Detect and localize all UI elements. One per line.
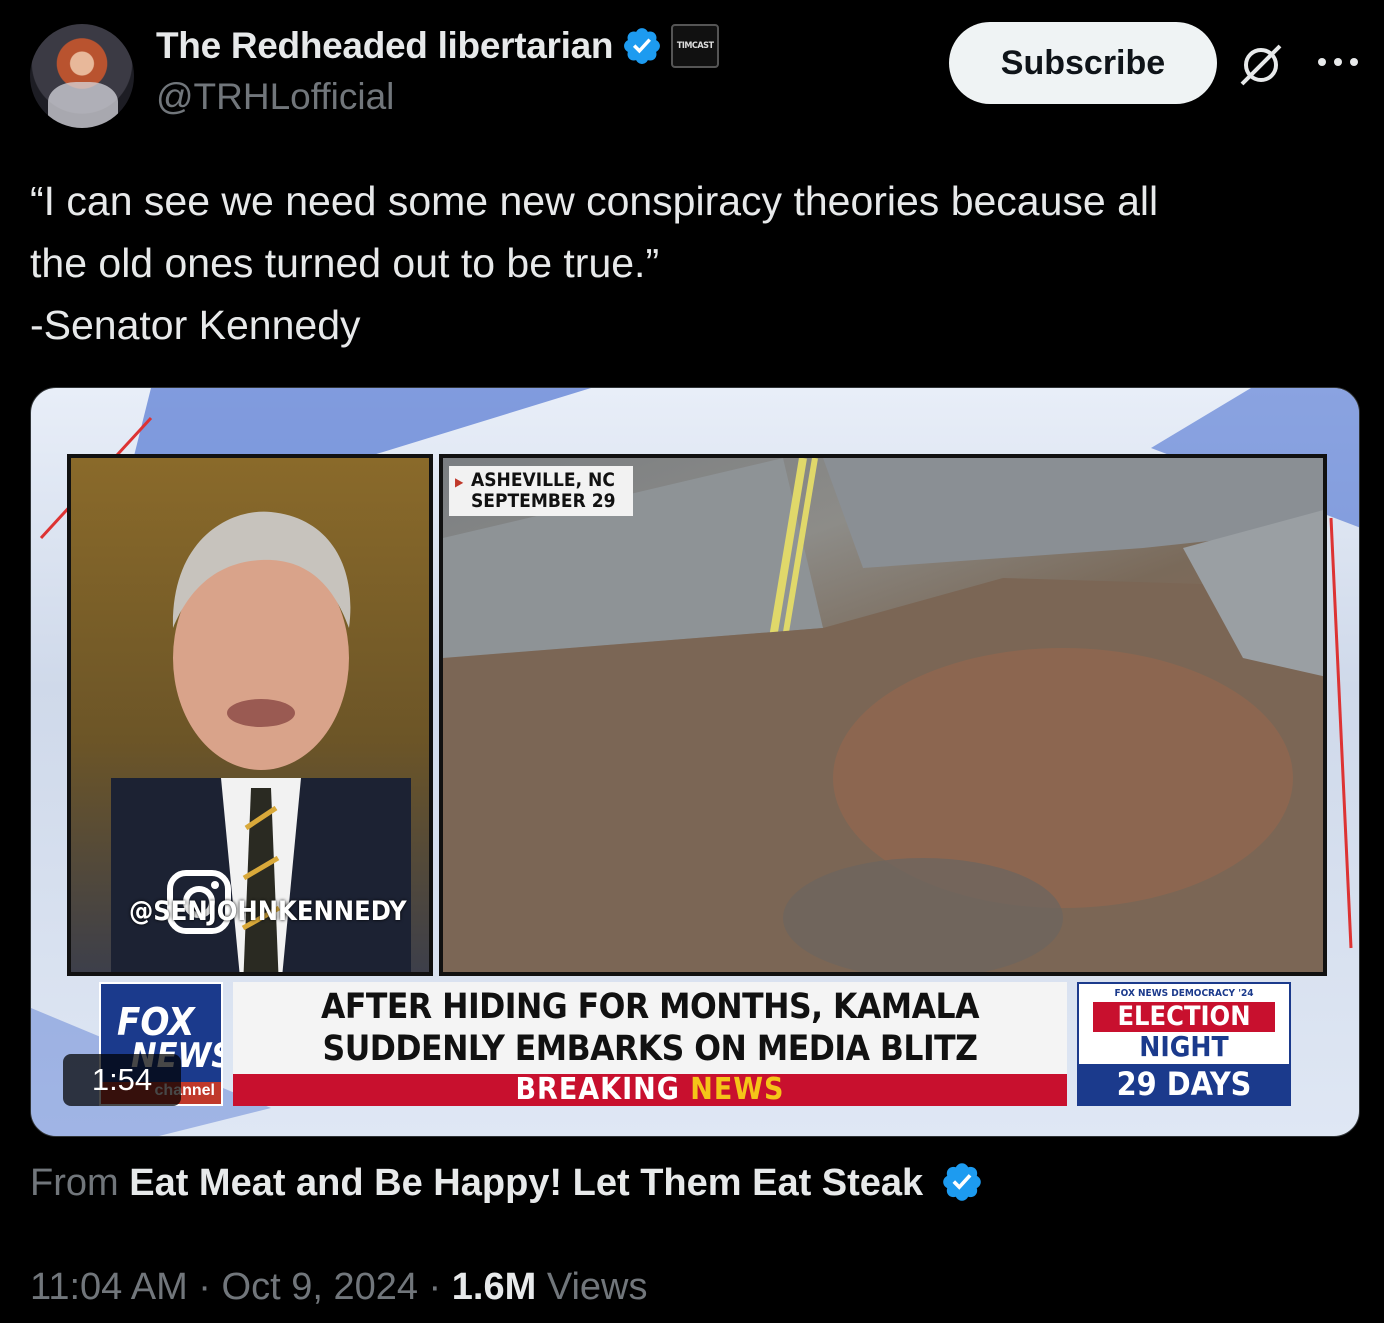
author-display-name[interactable]: The Redheaded libertarian (156, 25, 613, 67)
senator-frame: @SENJOHNKENNEDY (67, 454, 433, 976)
tweet-line: the old ones turned out to be true.” (30, 240, 660, 286)
days-remaining: 29 DAYS (1079, 1064, 1289, 1104)
play-arrow-icon: ▶ (455, 475, 464, 489)
chyron-headline: AFTER HIDING FOR MONTHS, KAMALA SUDDENLY… (233, 982, 1067, 1074)
breaking-news-bar: BREAKING NEWS (233, 1074, 1067, 1106)
night-label: NIGHT (1139, 1030, 1229, 1063)
author-handle[interactable]: @TRHLofficial (156, 76, 394, 118)
damage-footage: ▶ ASHEVILLE, NC SEPTEMBER 29 (439, 454, 1327, 976)
views-count: 1.6M (451, 1266, 537, 1308)
separator-dot: · (198, 1266, 211, 1308)
more-dots-icon[interactable] (1314, 52, 1362, 72)
views-label: Views (546, 1266, 648, 1308)
video-player[interactable]: @SENJOHNKENNEDY ▶ ASHEVILLE, NC SEPTEMBE… (30, 387, 1360, 1137)
breaking-word: BREAKING (515, 1072, 680, 1107)
author-avatar[interactable] (30, 24, 134, 128)
separator-dot: · (428, 1266, 442, 1308)
source-account-link[interactable]: Eat Meat and Be Happy! Let Them Eat Stea… (129, 1162, 923, 1204)
tweet-meta: 11:04 AM · Oct 9, 2024 · 1.6M Views (30, 1266, 648, 1309)
verified-badge-icon[interactable] (621, 25, 663, 67)
source-attribution: From Eat Meat and Be Happy! Let Them Eat… (30, 1160, 984, 1205)
verified-badge-icon (942, 1163, 981, 1201)
affiliate-badge[interactable]: TIMCAST (671, 24, 720, 68)
road-damage-scene (443, 458, 1323, 972)
news-word: NEWS (690, 1072, 785, 1107)
grok-icon[interactable] (1236, 40, 1286, 90)
tweet-date[interactable]: Oct 9, 2024 (222, 1266, 418, 1308)
tweet-time[interactable]: 11:04 AM (30, 1266, 188, 1308)
election-label: ELECTION (1093, 1002, 1275, 1032)
author-name-row: The Redheaded libertarian TIMCAST (156, 24, 720, 68)
election-network-label: FOX NEWS DEMOCRACY '24 (1114, 988, 1254, 999)
subscribe-button[interactable]: Subscribe (949, 22, 1217, 104)
election-countdown: FOX NEWS DEMOCRACY '24 ELECTION NIGHT 29… (1077, 982, 1291, 1106)
headline-line: AFTER HIDING FOR MONTHS, KAMALA (321, 987, 979, 1027)
location-date: SEPTEMBER 29 (471, 490, 616, 512)
tweet-text: “I can see we need some new conspiracy t… (30, 170, 1360, 356)
video-duration: 1:54 (63, 1054, 181, 1106)
location-tag: ▶ ASHEVILLE, NC SEPTEMBER 29 (449, 466, 634, 516)
tweet-line: -Senator Kennedy (30, 302, 361, 348)
instagram-handle: @SENJOHNKENNEDY (129, 896, 407, 927)
source-prefix: From (30, 1162, 119, 1204)
location-city: ASHEVILLE, NC (471, 469, 615, 491)
headline-line: SUDDENLY EMBARKS ON MEDIA BLITZ (322, 1029, 978, 1069)
tweet-line: “I can see we need some new conspiracy t… (30, 178, 1159, 224)
